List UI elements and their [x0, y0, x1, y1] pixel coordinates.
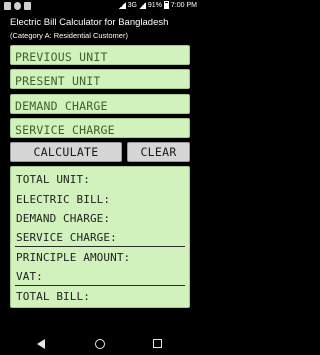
- network-type: 3G: [127, 1, 137, 9]
- notification-icon: [4, 2, 11, 10]
- total-unit-label: TOTAL UNIT:: [16, 173, 90, 186]
- previous-unit-field[interactable]: [10, 45, 190, 66]
- app-subtitle: (Category A: Residential Customer): [10, 31, 128, 40]
- clock: 7:00 PM: [170, 1, 197, 9]
- home-icon[interactable]: [95, 339, 105, 349]
- clear-button[interactable]: CLEAR: [127, 142, 190, 162]
- recent-apps-icon[interactable]: [153, 339, 162, 348]
- previous-unit-input[interactable]: [11, 47, 189, 66]
- wifi-icon: [118, 1, 126, 9]
- demand-charge-label: DEMAND CHARGE:: [16, 212, 111, 225]
- service-charge-field[interactable]: [10, 118, 190, 139]
- principle-amount-label: PRINCIPLE AMOUNT:: [16, 251, 131, 264]
- status-bar: 3G 91% 7:00 PM: [0, 0, 200, 13]
- notification-icon: [14, 2, 21, 10]
- present-unit-input[interactable]: [11, 71, 189, 90]
- results-divider: [15, 246, 185, 247]
- system-icons: 3G 91% 7:00 PM: [118, 1, 197, 9]
- notification-icon: [24, 2, 31, 10]
- service-charge-input[interactable]: [11, 120, 189, 139]
- demand-charge-input[interactable]: [11, 96, 189, 115]
- notification-icons: [4, 2, 31, 10]
- app-title: Electric Bill Calculator for Bangladesh: [10, 17, 169, 28]
- signal-icon: [138, 1, 146, 9]
- total-bill-label: TOTAL BILL:: [16, 290, 90, 303]
- electric-bill-label: ELECTRIC BILL:: [16, 193, 111, 206]
- demand-charge-field[interactable]: [10, 94, 190, 115]
- service-charge-label: SERVICE CHARGE:: [16, 231, 117, 244]
- vat-label: VAT:: [16, 270, 43, 283]
- back-icon[interactable]: [37, 339, 45, 349]
- battery-percent: 91%: [147, 1, 162, 9]
- present-unit-field[interactable]: [10, 69, 190, 90]
- battery-icon: [163, 1, 169, 9]
- navigation-bar: [0, 333, 200, 355]
- results-divider: [15, 285, 185, 286]
- results-panel: TOTAL UNIT: ELECTRIC BILL: DEMAND CHARGE…: [10, 166, 190, 308]
- calculate-button[interactable]: CALCULATE: [10, 142, 122, 162]
